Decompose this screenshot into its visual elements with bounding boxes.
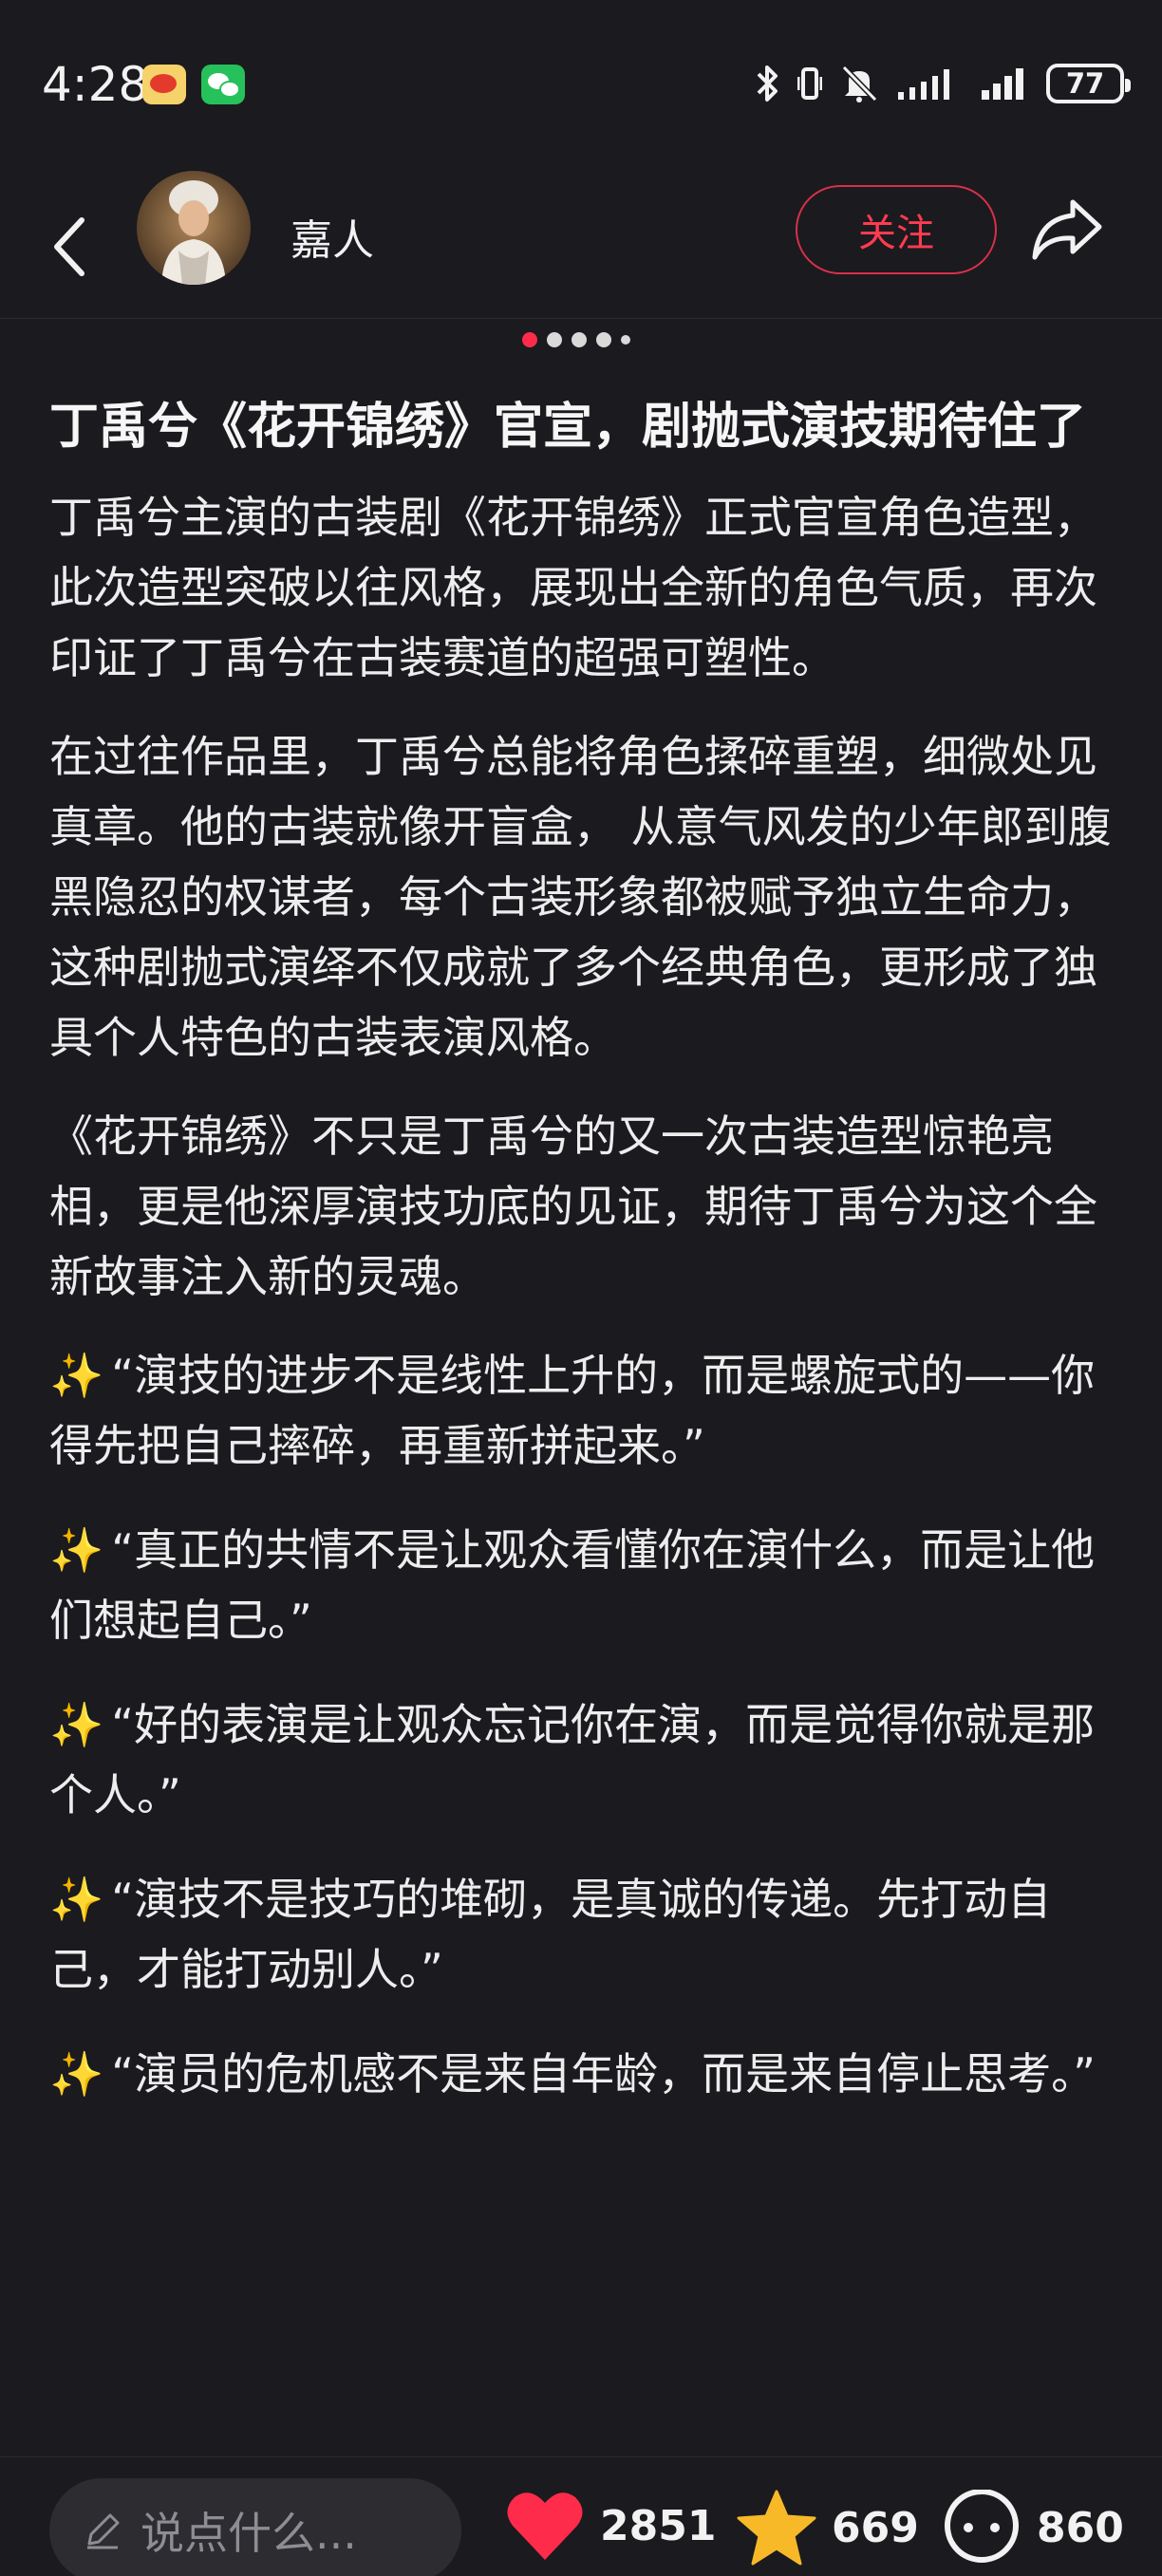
favorite-button[interactable]: 669 <box>737 2490 919 2566</box>
sparkle-icon: ✨ <box>49 1874 104 1925</box>
comment-input[interactable]: 说点什么... <box>49 2478 461 2576</box>
like-button[interactable]: 2851 <box>505 2490 716 2562</box>
comment-button[interactable]: 860 <box>942 2490 1124 2566</box>
avatar-image <box>137 171 251 285</box>
follow-button[interactable]: 关注 <box>796 185 997 274</box>
bottom-action-bar: 说点什么... 2851 669 860 <box>0 2456 1162 2576</box>
quote-text: “好的表演是让观众忘记你在演，而是觉得你就是那个人。” <box>49 1699 1096 1820</box>
quote-item: ✨ “真正的共情不是让观众看懂你在演什么，而是让他们想起自己。” <box>49 1515 1113 1655</box>
quote-item: ✨ “演员的危机感不是来自年龄，而是来自停止思考。” <box>49 2039 1113 2109</box>
pager-dot <box>621 335 630 345</box>
signal-hd-icon <box>898 69 949 100</box>
battery-indicator: 77 <box>1046 64 1131 103</box>
weibo-icon <box>142 65 186 104</box>
pager-dot <box>572 332 587 347</box>
post-header: 嘉人 关注 <box>0 171 1162 319</box>
quote-item: ✨ “演技不是技巧的堆砌，是真诚的传递。先打动自己，才能打动别人。” <box>49 1864 1113 2005</box>
image-pager <box>522 332 630 347</box>
battery-level: 77 <box>1065 67 1105 100</box>
heart-icon <box>507 2492 583 2560</box>
sparkle-icon: ✨ <box>49 1350 104 1401</box>
signal-icon <box>982 68 1023 100</box>
post-paragraph: 在过往作品里，丁禹兮总能将角色揉碎重塑，细微处见真章。他的古装就像开盲盒， 从意… <box>49 731 1112 1063</box>
like-count: 2851 <box>600 2501 717 2550</box>
favorite-count: 669 <box>832 2503 919 2552</box>
status-bar: 4:28 77 <box>0 0 1162 171</box>
pager-dot <box>547 332 562 347</box>
comment-bubble-icon <box>945 2490 1019 2563</box>
sparkle-icon: ✨ <box>49 1524 104 1576</box>
quote-text: “真正的共情不是让观众看懂你在演什么，而是让他们想起自己。” <box>49 1524 1096 1646</box>
post-title: 丁禹兮《花开锦绣》官宣，剧抛式演技期待住了 <box>49 399 1087 456</box>
pager-dot <box>596 332 611 347</box>
quote-item: ✨ “好的表演是让观众忘记你在演，而是觉得你就是那个人。” <box>49 1689 1113 1830</box>
post-detail-page: 4:28 77 嘉人 关注 丁禹兮《花开锦绣》官宣，剧抛式演技期待住了 丁禹兮主… <box>0 0 1162 2576</box>
share-icon <box>1032 199 1102 260</box>
wechat-icon <box>201 65 245 104</box>
status-indicators: 77 <box>756 59 1131 108</box>
chevron-left-icon <box>54 217 84 276</box>
post-content: 丁禹兮《花开锦绣》官宣，剧抛式演技期待住了 丁禹兮主演的古装剧《花开锦绣》正式官… <box>49 391 1113 2143</box>
avatar[interactable] <box>137 171 251 285</box>
status-time: 4:28 <box>42 57 149 112</box>
back-button[interactable] <box>44 199 97 294</box>
pager-dot-active <box>522 332 537 347</box>
post-paragraph: 丁禹兮主演的古装剧《花开锦绣》正式官宣角色造型，此次造型突破以往风格，展现出全新… <box>49 492 1097 683</box>
comment-placeholder: 说点什么... <box>141 2508 357 2559</box>
quote-text: “演技不是技巧的堆砌，是真诚的传递。先打动自己，才能打动别人。” <box>49 1874 1052 1995</box>
quote-text: “演员的危机感不是来自年龄，而是来自停止思考。” <box>111 2048 1096 2100</box>
share-button[interactable] <box>1029 192 1105 268</box>
pencil-icon <box>87 2513 120 2549</box>
username[interactable]: 嘉人 <box>290 206 374 267</box>
quote-item: ✨ “演技的进步不是线性上升的，而是螺旋式的——你得先把自己摔碎，再重新拼起来。” <box>49 1340 1113 1481</box>
bluetooth-icon <box>757 65 778 102</box>
vibrate-icon <box>797 67 822 100</box>
mute-bell-icon <box>841 65 878 103</box>
post-paragraph: 《花开锦绣》不只是丁禹兮的又一次古装造型惊艳亮相，更是他深厚演技功底的见证，期待… <box>49 1111 1097 1302</box>
sparkle-icon: ✨ <box>49 2048 104 2100</box>
sparkle-icon: ✨ <box>49 1699 104 1750</box>
quote-text: “演技的进步不是线性上升的，而是螺旋式的——你得先把自己摔碎，再重新拼起来。” <box>49 1350 1096 1471</box>
comment-count: 860 <box>1037 2503 1124 2552</box>
star-icon <box>737 2490 816 2566</box>
